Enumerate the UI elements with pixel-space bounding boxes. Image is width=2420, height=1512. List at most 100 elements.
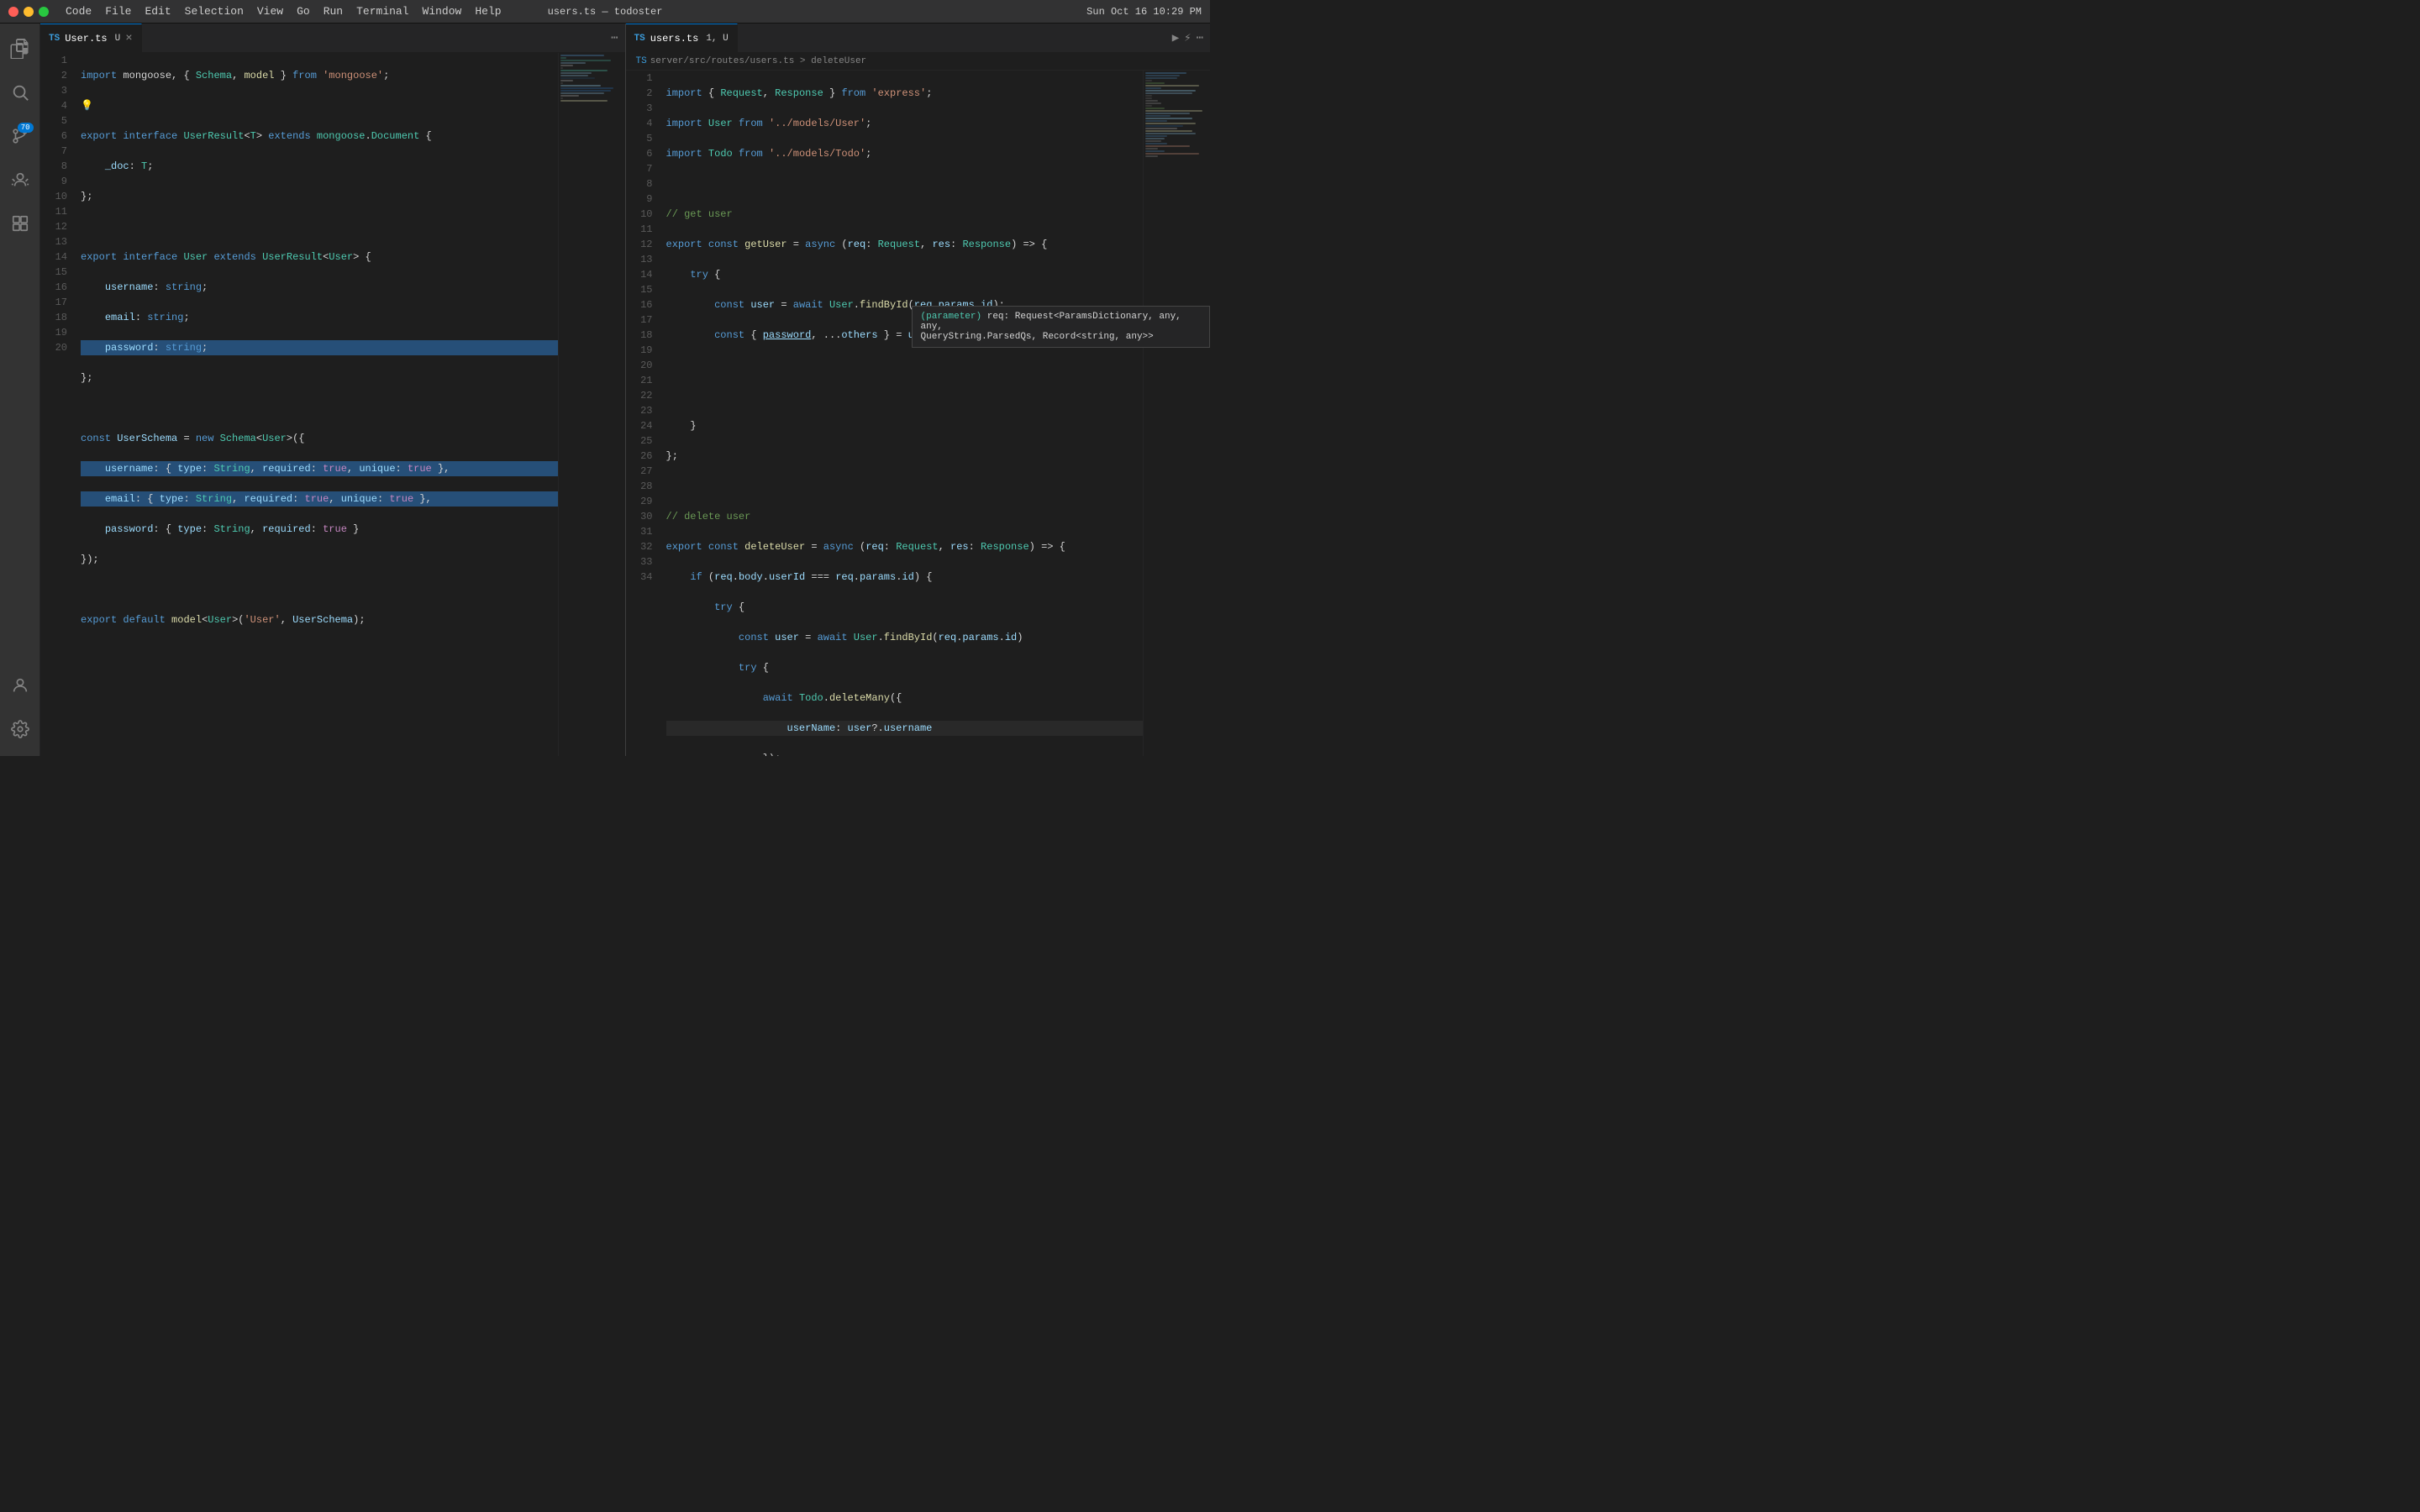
split-editor-right-icon[interactable]: ⚡	[1184, 31, 1191, 45]
r-code-line-12: }	[666, 418, 1144, 433]
code-line-4: _doc: T;	[81, 159, 558, 174]
right-code-area[interactable]: 1 2 3 4 5 6 7 8 9 10 11	[626, 71, 1211, 756]
breadcrumb-text: server/src/routes/users.ts > deleteUser	[650, 56, 866, 66]
r-code-line-17: if (req.body.userId === req.params.id) {	[666, 570, 1144, 585]
left-code-content[interactable]: import mongoose, { Schema, model } from …	[76, 53, 558, 756]
activity-bar: 70	[0, 24, 40, 756]
right-tab-bar: TS users.ts 1, U ▶ ⚡ ⋯	[626, 24, 1211, 53]
code-line-6	[81, 219, 558, 234]
r-code-line-22: userName: user?.username	[666, 721, 1144, 736]
editor-area: TS User.ts U × ⋯ 1 2 3	[40, 24, 1210, 756]
left-line-numbers: 1 2 3 4 5 6 7 8 9 10 11 12 13	[40, 53, 76, 756]
menu-bar: Code File Edit Selection View Go Run Ter…	[66, 5, 502, 18]
more-actions-icon[interactable]: ⋯	[1197, 31, 1203, 45]
right-tab-users-ts[interactable]: TS users.ts 1, U	[626, 24, 738, 53]
code-line-20	[81, 643, 558, 658]
left-editor-pane: TS User.ts U × ⋯ 1 2 3	[40, 24, 626, 756]
right-line-numbers: 1 2 3 4 5 6 7 8 9 10 11	[626, 71, 661, 756]
activity-icon-extensions[interactable]	[0, 203, 40, 244]
run-icon[interactable]: ▶	[1172, 31, 1179, 45]
menu-edit[interactable]: Edit	[145, 5, 171, 18]
left-minimap	[558, 53, 625, 756]
tab-modified-indicator: U	[115, 34, 121, 44]
left-code-area[interactable]: 1 2 3 4 5 6 7 8 9 10 11 12 13	[40, 53, 625, 756]
activity-icon-source-control[interactable]: 70	[0, 116, 40, 156]
menu-view[interactable]: View	[257, 5, 283, 18]
tab-close-button[interactable]: ×	[125, 32, 132, 45]
menu-go[interactable]: Go	[297, 5, 310, 18]
titlebar: Code File Edit Selection View Go Run Ter…	[0, 0, 1210, 24]
ts-badge: TS	[49, 34, 60, 44]
r-code-line-1: import { Request, Response } from 'expre…	[666, 86, 1144, 101]
r-code-line-5: // get user	[666, 207, 1144, 222]
r-code-line-14	[666, 479, 1144, 494]
code-line-8: username: string;	[81, 280, 558, 295]
right-minimap-content	[1144, 71, 1210, 160]
code-line-18	[81, 582, 558, 597]
traffic-lights	[8, 7, 49, 17]
code-line-19: export default model<User>('User', UserS…	[81, 612, 558, 627]
r-code-line-23: });	[666, 751, 1144, 756]
menu-file[interactable]: File	[105, 5, 131, 18]
breadcrumb-ts-icon: TS	[636, 56, 647, 66]
menu-window[interactable]: Window	[423, 5, 462, 18]
right-code-content[interactable]: import { Request, Response } from 'expre…	[661, 71, 1144, 756]
r-code-line-4	[666, 176, 1144, 192]
r-code-line-10	[666, 358, 1144, 373]
activity-icon-explorer[interactable]	[0, 29, 40, 69]
datetime: Sun Oct 16 10:29 PM	[1086, 6, 1202, 18]
activity-icon-settings[interactable]	[0, 709, 40, 749]
code-line-3: export interface UserResult<T> extends m…	[81, 129, 558, 144]
close-button[interactable]	[8, 7, 18, 17]
r-code-line-2: import User from '../models/User';	[666, 116, 1144, 131]
r-code-line-16: export const deleteUser = async (req: Re…	[666, 539, 1144, 554]
menu-code[interactable]: Code	[66, 5, 92, 18]
r-code-line-11	[666, 388, 1144, 403]
r-code-line-3: import Todo from '../models/Todo';	[666, 146, 1144, 161]
r-code-line-13: };	[666, 449, 1144, 464]
source-control-badge: 70	[18, 123, 34, 133]
activity-icon-search[interactable]	[0, 72, 40, 113]
right-tab-label: users.ts	[650, 33, 699, 45]
menu-selection[interactable]: Selection	[185, 5, 244, 18]
code-line-12	[81, 401, 558, 416]
code-line-15: email: { type: String, required: true, u…	[81, 491, 558, 507]
code-line-2: 💡	[81, 98, 558, 113]
code-line-11: };	[81, 370, 558, 386]
right-editor-pane: TS users.ts 1, U ▶ ⚡ ⋯ TS server/src/rou…	[626, 24, 1211, 756]
editors-container: TS User.ts U × ⋯ 1 2 3	[40, 24, 1210, 756]
minimize-button[interactable]	[24, 7, 34, 17]
code-line-5: };	[81, 189, 558, 204]
r-code-line-9: const { password, ...others } = user?._d…	[666, 328, 1144, 343]
right-code-wrapper: 1 2 3 4 5 6 7 8 9 10 11	[626, 71, 1211, 756]
maximize-button[interactable]	[39, 7, 49, 17]
right-minimap	[1143, 71, 1210, 756]
minimap-content	[559, 53, 625, 104]
window-title: users.ts — todoster	[548, 6, 663, 18]
r-code-line-19: const user = await User.findById(req.par…	[666, 630, 1144, 645]
code-line-10: password: string;	[81, 340, 558, 355]
menu-terminal[interactable]: Terminal	[356, 5, 408, 18]
code-line-14: username: { type: String, required: true…	[81, 461, 558, 476]
r-code-line-18: try {	[666, 600, 1144, 615]
menu-help[interactable]: Help	[475, 5, 501, 18]
left-tab-users-ts[interactable]: TS User.ts U ×	[40, 24, 142, 53]
r-code-line-15: // delete user	[666, 509, 1144, 524]
menu-run[interactable]: Run	[324, 5, 343, 18]
left-tab-bar: TS User.ts U × ⋯	[40, 24, 625, 53]
right-editor-actions: ▶ ⚡ ⋯	[1172, 31, 1210, 45]
activity-icon-run-debug[interactable]	[0, 160, 40, 200]
code-line-16: password: { type: String, required: true…	[81, 522, 558, 537]
r-code-line-21: await Todo.deleteMany({	[666, 690, 1144, 706]
split-editor-icon[interactable]: ⋯	[611, 31, 618, 45]
code-line-1: import mongoose, { Schema, model } from …	[81, 68, 558, 83]
activity-icon-account[interactable]	[0, 665, 40, 706]
titlebar-right: Sun Oct 16 10:29 PM	[1086, 6, 1202, 18]
code-line-13: const UserSchema = new Schema<User>({	[81, 431, 558, 446]
left-editor-actions: ⋯	[611, 31, 624, 45]
code-line-17: });	[81, 552, 558, 567]
activity-bar-bottom	[0, 665, 40, 756]
r-code-line-6: export const getUser = async (req: Reque…	[666, 237, 1144, 252]
right-tab-info: 1, U	[706, 34, 728, 44]
code-line-7: export interface User extends UserResult…	[81, 249, 558, 265]
